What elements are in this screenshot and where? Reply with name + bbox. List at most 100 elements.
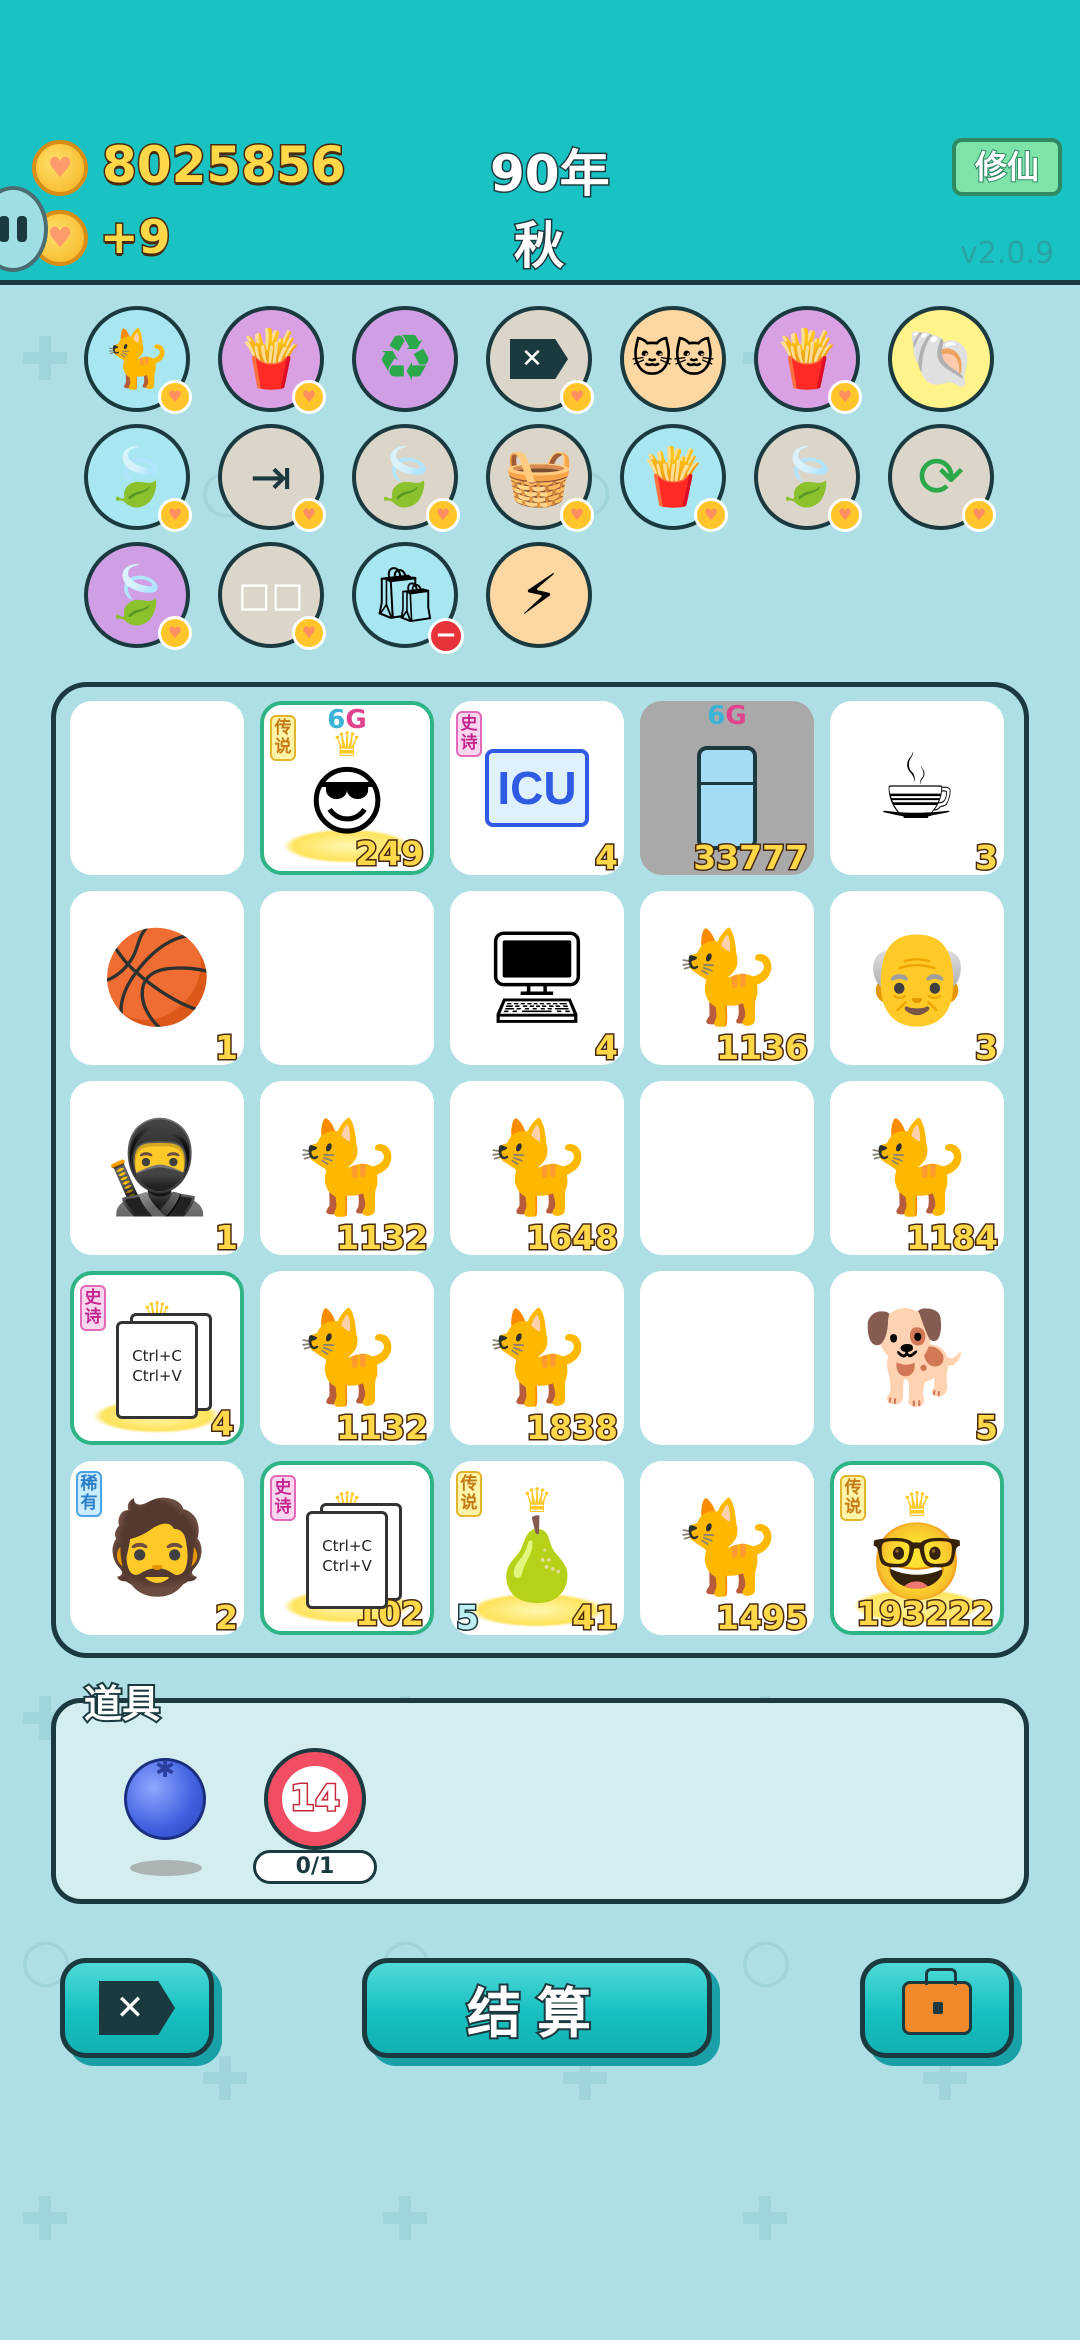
board-cell-ctrl-cv[interactable]: ♛ Ctrl+CCtrl+V 史诗 4 xyxy=(70,1271,244,1445)
heart-icon: ♥ xyxy=(828,380,862,414)
bag-button[interactable] xyxy=(860,1958,1014,2058)
board-cell-coffee-cup[interactable]: ☕ 3 xyxy=(830,701,1004,875)
lightning-item-button[interactable]: ⚡ xyxy=(486,542,592,648)
board-cell-cat[interactable]: 🐈 1184 xyxy=(830,1081,1004,1255)
recycle-item-button[interactable]: ♻ xyxy=(352,306,458,412)
board-cell-computer[interactable]: 🖥 4 xyxy=(450,891,624,1065)
heart-icon: ♥ xyxy=(828,498,862,532)
rarity-badge: 传说 xyxy=(840,1475,866,1521)
shell-item-button[interactable]: 🐚 xyxy=(888,306,994,412)
item-count: 193222 xyxy=(855,1593,996,1633)
leaf-item-button-3[interactable]: 🍃 ♥ xyxy=(754,424,862,532)
cat-icon: 🐈 xyxy=(860,1115,974,1220)
leaf-item-button-2[interactable]: 🍃 ♥ xyxy=(352,424,460,532)
fries-item-button-3[interactable]: 🍟 ♥ xyxy=(620,424,728,532)
trash-bag-item-button[interactable]: 🛍 − xyxy=(352,542,464,654)
season-label: 秋 xyxy=(513,216,566,277)
6g-tag: 6G xyxy=(707,701,747,731)
shell-icon: 🐚 xyxy=(906,327,976,392)
cat-item-button[interactable]: 🐈 ♥ xyxy=(84,306,192,414)
heart-icon: ♥ xyxy=(292,616,326,650)
lightning-icon: ⚡ xyxy=(519,562,559,628)
board-cell-cat[interactable]: 🐈 1136 xyxy=(640,891,814,1065)
item-count: 3 xyxy=(974,837,1000,876)
rarity-badge: 传说 xyxy=(456,1471,482,1517)
heart-icon: ♥ xyxy=(560,498,594,532)
cat-icon: 🐈 xyxy=(290,1305,404,1410)
coffee-cup-icon: ☕ xyxy=(876,735,958,840)
sugar-cubes-item-button[interactable]: ◻◻ ♥ xyxy=(218,542,326,650)
husky-icon: 🐕 xyxy=(860,1305,974,1410)
heart-icon: ♥ xyxy=(292,380,326,414)
two-cats-item-button[interactable]: 🐱🐱 xyxy=(620,306,726,412)
sunglasses-face-icon: 😎 xyxy=(307,757,387,846)
cat-icon: 🐈 xyxy=(102,327,172,392)
timer-value: 14 xyxy=(282,1766,348,1832)
board-cell-basketball[interactable]: 🏀 1 xyxy=(70,891,244,1065)
board-cell-empty[interactable] xyxy=(70,701,244,875)
board-cell-empty[interactable] xyxy=(640,1081,814,1255)
fries-icon: 🍟 xyxy=(638,445,708,510)
board-cell-cat[interactable]: 🐈 1132 xyxy=(260,1271,434,1445)
item-count: 1132 xyxy=(335,1407,430,1446)
icu-sign: ICU xyxy=(485,749,589,827)
rarity-badge: 史诗 xyxy=(270,1475,296,1521)
fruit-basket-item-button[interactable]: 🧺 ♥ xyxy=(486,424,594,532)
item-count: 1 xyxy=(214,1217,240,1256)
fries-item-button-2[interactable]: 🍟 ♥ xyxy=(754,306,862,414)
board-cell-ctrl-cv[interactable]: ♛ Ctrl+CCtrl+V 史诗 102 xyxy=(260,1461,434,1635)
item-count: 5 xyxy=(974,1407,1000,1446)
board-cell-cat[interactable]: 🐈 1132 xyxy=(260,1081,434,1255)
top-bar: 8025856 +9 90年 秋 修仙 v2.0.9 xyxy=(0,0,1080,285)
heart-icon: ♥ xyxy=(158,380,192,414)
board-cell-thief[interactable]: 🥷 1 xyxy=(70,1081,244,1255)
delete-tag-icon: ✕ xyxy=(510,339,568,379)
leaf-item-button-4[interactable]: 🍃 ♥ xyxy=(84,542,192,650)
settle-button[interactable]: 结算 xyxy=(362,1958,712,2058)
item-count: 4 xyxy=(594,837,620,876)
board-cell-green-pear[interactable]: ♛ 🍐 传说 5 41 xyxy=(450,1461,624,1635)
board-cell-empty[interactable] xyxy=(260,891,434,1065)
delete-button[interactable]: ✕ xyxy=(60,1958,214,2058)
board-cell-old-man[interactable]: 👴 3 xyxy=(830,891,1004,1065)
bucket-hat-man-icon: 🧔 xyxy=(100,1495,214,1600)
refresh-icon: ⟳ xyxy=(917,444,965,510)
fridge-icon xyxy=(697,746,757,850)
blueberry-prop-icon[interactable] xyxy=(124,1755,206,1840)
pear-icon: 🍐 xyxy=(487,1513,587,1606)
board-cell-fridge[interactable]: 6G 33777 xyxy=(640,701,814,875)
item-count: 3 xyxy=(974,1027,1000,1066)
heart-icon: ♥ xyxy=(560,380,594,414)
delete-item-button[interactable]: ✕ ♥ xyxy=(486,306,594,414)
sugar-cubes-icon: ◻◻ xyxy=(237,572,305,618)
board-cell-cat[interactable]: 🐈 1648 xyxy=(450,1081,624,1255)
xiuxian-button[interactable]: 修仙 xyxy=(952,138,1062,196)
timer-progress: 0/1 xyxy=(253,1850,377,1884)
fries-icon: 🍟 xyxy=(236,327,306,392)
fries-icon: 🍟 xyxy=(772,327,842,392)
heart-icon: ♥ xyxy=(426,498,460,532)
item-count: 41 xyxy=(571,1597,620,1636)
leaf-item-button[interactable]: 🍃 ♥ xyxy=(84,424,192,532)
cat-icon: 🐈 xyxy=(670,1495,784,1600)
board-cell-sunglasses-guy[interactable]: 6G ♛ 😎 传说 249 xyxy=(260,701,434,875)
board-cell-empty[interactable] xyxy=(640,1271,814,1445)
rarity-badge: 史诗 xyxy=(456,711,482,757)
timer-prop-button[interactable]: 14 xyxy=(264,1748,366,1850)
board-cell-husky[interactable]: 🐕 5 xyxy=(830,1271,1004,1445)
heart-icon: ♥ xyxy=(292,498,326,532)
computer-icon: 🖥 xyxy=(479,925,595,1030)
board-cell-cat[interactable]: 🐈 1838 xyxy=(450,1271,624,1445)
prop-shadow xyxy=(130,1860,202,1876)
board-cell-icu[interactable]: ICU 史诗 4 xyxy=(450,701,624,875)
board-cell-cat[interactable]: 🐈 1495 xyxy=(640,1461,814,1635)
refresh-item-button[interactable]: ⟳ ♥ xyxy=(888,424,996,532)
recycle-icon: ♻ xyxy=(376,322,434,396)
skip-item-button[interactable]: ⇥ ♥ xyxy=(218,424,326,532)
fries-item-button[interactable]: 🍟 ♥ xyxy=(218,306,326,414)
coin-count: 8025856 xyxy=(101,135,348,196)
leaf-icon: 🍃 xyxy=(370,445,440,510)
board-cell-grinning-old-man[interactable]: ♛ 🤓 传说 193222 xyxy=(830,1461,1004,1635)
board-cell-bucket-hat-man[interactable]: 🧔 稀有 2 xyxy=(70,1461,244,1635)
old-man-icon: 👴 xyxy=(860,925,974,1030)
